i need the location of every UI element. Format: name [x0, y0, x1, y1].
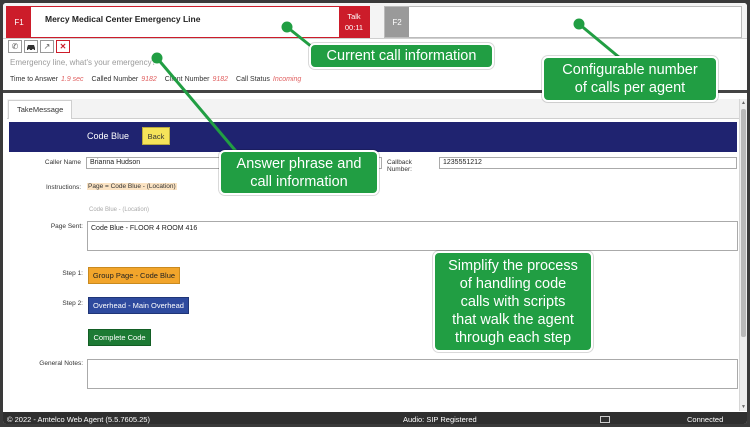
scrollbar[interactable]: ▲ ▼	[739, 99, 747, 411]
form-banner: Code Blue Back	[9, 122, 737, 152]
callout-current-call: Current call information	[309, 43, 494, 69]
call-slot-key: F1	[7, 7, 31, 37]
copyright-text: © 2022 - Amtelco Web Agent (5.5.7605.25)	[7, 415, 150, 424]
callout-simplify: Simplify the process of handling code ca…	[433, 251, 593, 352]
instructions-value: Page = Code Blue - (Location)	[87, 183, 177, 190]
call-slot-active[interactable]: F1 Mercy Medical Center Emergency Line T…	[6, 6, 370, 38]
general-notes-label: General Notes:	[39, 360, 83, 367]
instructions-hint: Code Blue - (Location)	[89, 207, 150, 213]
callout-text: Answer phrase and	[236, 155, 362, 172]
callout-text: Current call information	[326, 48, 477, 64]
time-to-answer-value: 1.9 sec	[60, 76, 84, 83]
callout-text: call information	[250, 173, 348, 190]
call-info-line: Time to Answer 1.9 sec Called Number 9182 …	[10, 76, 307, 83]
callout-text: calls with scripts	[460, 293, 566, 310]
tab-strip: TakeMessage	[7, 99, 739, 119]
phone-icon[interactable]: ✆	[8, 40, 22, 53]
callout-text: that walk the agent	[452, 311, 574, 328]
tab-takemessage[interactable]: TakeMessage	[8, 100, 73, 119]
client-number-value: 9182	[212, 76, 229, 83]
answer-phrase: Emergency line, what's your emergency?	[10, 58, 157, 67]
client-number-label: Client Number	[164, 76, 210, 83]
overhead-button[interactable]: Overhead - Main Overhead	[88, 297, 189, 314]
back-button[interactable]: Back	[142, 127, 170, 145]
call-slot-key: F2	[385, 7, 409, 37]
caller-name-label: Caller Name	[44, 159, 81, 166]
talk-timer: Talk 00:11	[339, 7, 369, 37]
general-notes-textarea[interactable]	[87, 359, 738, 389]
call-slot-title: Mercy Medical Center Emergency Line	[45, 14, 201, 24]
page-sent-label: Page Sent:	[50, 223, 83, 230]
complete-code-button[interactable]: Complete Code	[88, 329, 151, 346]
step1-label: Step 1:	[62, 270, 83, 277]
page-sent-textarea[interactable]: Code Blue - FLOOR 4 ROOM 416	[87, 221, 738, 251]
scroll-up-icon[interactable]: ▲	[740, 99, 747, 107]
keyboard-icon[interactable]	[600, 416, 610, 423]
talk-time: 00:11	[344, 23, 364, 32]
call-status-value: Incoming	[272, 76, 302, 83]
call-controls: ✆ ↗ ✕	[8, 40, 70, 54]
status-bar: © 2022 - Amtelco Web Agent (5.5.7605.25)…	[3, 412, 747, 424]
pickup-icon[interactable]: ↗	[40, 40, 54, 53]
instructions-label: Instructions:	[45, 184, 81, 191]
call-status-label: Call Status	[236, 76, 270, 83]
connection-status: Connected	[687, 415, 724, 424]
call-slot-idle[interactable]: F2	[384, 6, 742, 38]
step2-label: Step 2:	[62, 300, 83, 307]
called-number-label: Called Number	[91, 76, 139, 83]
form-title: Code Blue	[87, 131, 130, 141]
callout-text: of handling code	[459, 275, 567, 292]
close-icon[interactable]: ✕	[56, 40, 70, 53]
callout-text: Configurable number	[562, 62, 698, 78]
callout-configurable-calls: Configurable number of calls per agent	[542, 56, 718, 102]
group-page-button[interactable]: Group Page - Code Blue	[88, 267, 180, 284]
time-to-answer-label: Time to Answer	[10, 76, 58, 83]
talk-state: Talk	[347, 12, 361, 21]
callout-answer-phrase: Answer phrase and call information	[219, 150, 379, 195]
call-bar: F1 Mercy Medical Center Emergency Line T…	[3, 3, 747, 39]
scroll-down-icon[interactable]: ▼	[740, 403, 747, 411]
callback-number-label: Callback Number:	[387, 159, 412, 173]
scroll-thumb[interactable]	[741, 109, 746, 337]
callout-text: of calls per agent	[574, 80, 686, 96]
audio-status: Audio: SIP Registered	[403, 415, 477, 424]
called-number-value: 9182	[141, 76, 157, 83]
callout-text: through each step	[454, 329, 572, 346]
callback-number-input[interactable]: 1235551212	[439, 157, 737, 169]
callout-text: Simplify the process	[448, 257, 578, 274]
car-icon[interactable]	[24, 40, 38, 53]
